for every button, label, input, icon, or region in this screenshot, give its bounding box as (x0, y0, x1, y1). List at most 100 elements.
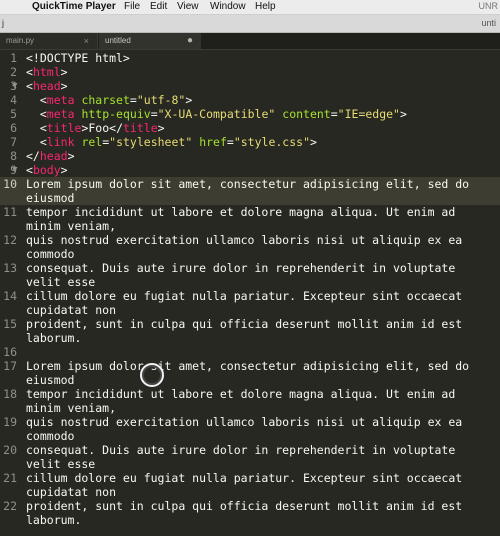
line-number: 16 (3, 345, 17, 359)
paragraph-text-wrap: commodo (26, 429, 75, 443)
paragraph-text: cillum dolore eu fugiat nulla pariatur. … (26, 289, 463, 303)
code-line[interactable]: 22 proident, sunt in culpa qui officia d… (0, 499, 500, 513)
tab-untitled[interactable]: untitled ● (99, 33, 201, 49)
code-line[interactable]: 15 proident, sunt in culpa qui officia d… (0, 317, 500, 331)
tag-head: head (32, 79, 61, 93)
tag-title-close: title (123, 121, 158, 135)
code-line-empty[interactable]: 16 (0, 345, 500, 359)
line-number: 22 (3, 499, 17, 513)
fold-arrow-icon[interactable]: ▼ (12, 79, 17, 93)
code-line[interactable]: 19 quis nostrud exercitation ullamco lab… (0, 415, 500, 429)
menu-edit[interactable]: Edit (150, 1, 167, 12)
code-line-wrap[interactable]: cupidatat non (0, 303, 500, 317)
paragraph-text: tempor incididunt ut labore et dolore ma… (26, 205, 456, 219)
paragraph-text: consequat. Duis aute irure dolor in repr… (26, 261, 456, 275)
line-number: 21 (3, 471, 17, 485)
code-line[interactable]: 11 tempor incididunt ut labore et dolore… (0, 205, 500, 219)
paragraph-text-wrap: minim veniam, (26, 219, 117, 233)
line-number: 15 (3, 317, 17, 331)
code-line-wrap[interactable]: velit esse (0, 275, 500, 289)
menu-help[interactable]: Help (255, 1, 276, 12)
paragraph-text-wrap: velit esse (26, 457, 96, 471)
code-line[interactable]: 7 <link rel="stylesheet" href="style.css… (0, 135, 500, 149)
code-line[interactable]: 2 <html> (0, 65, 500, 79)
attr-rel: rel (81, 135, 103, 149)
tag-head-close: head (39, 149, 68, 163)
paragraph-text: Lorem ipsum dolor sit amet, consectetur … (26, 177, 470, 191)
unsaved-dot-icon[interactable]: ● (187, 33, 193, 49)
tab-bar: main.py × untitled ● (0, 33, 500, 50)
fold-arrow-icon[interactable]: ▼ (12, 163, 17, 177)
paragraph-text: proident, sunt in culpa qui officia dese… (26, 499, 463, 513)
title-bar-left-mark: j (2, 18, 4, 28)
close-icon[interactable]: × (84, 33, 89, 49)
code-line[interactable]: 20 consequat. Duis aute irure dolor in r… (0, 443, 500, 457)
code-line[interactable]: 17 Lorem ipsum dolor sit amet, consectet… (0, 359, 500, 373)
paragraph-text: consequat. Duis aute irure dolor in repr… (26, 443, 456, 457)
paragraph-text: cillum dolore eu fugiat nulla pariatur. … (26, 471, 463, 485)
tab-label: main.py (6, 36, 35, 45)
code-line-wrap[interactable]: eiusmod (0, 373, 500, 387)
code-line-wrap[interactable]: commodo (0, 429, 500, 443)
code-editor[interactable]: 1 <!DOCTYPE html> 2 <html> 3 ▼ <head> 4 … (0, 50, 500, 536)
line-number: 5 (10, 107, 17, 121)
code-line[interactable]: 12 quis nostrud exercitation ullamco lab… (0, 233, 500, 247)
line-number: 20 (3, 443, 17, 457)
code-line[interactable]: 4 <meta charset="utf-8"> (0, 93, 500, 107)
code-line-current[interactable]: 10 Lorem ipsum dolor sit amet, consectet… (0, 177, 500, 191)
value-x-ua: "X-UA-Compatible" (157, 107, 276, 121)
mouse-click-indicator-icon (140, 363, 164, 387)
code-line-wrap[interactable]: laborum. (0, 513, 500, 527)
line-number: 14 (3, 289, 17, 303)
paragraph-text: Lorem ipsum dolor sit amet, consectetur … (26, 359, 470, 373)
paragraph-text-wrap: eiusmod (26, 191, 75, 205)
paragraph-text-wrap: laborum. (26, 513, 82, 527)
code-line-wrap[interactable]: laborum. (0, 331, 500, 345)
code-line[interactable]: 1 <!DOCTYPE html> (0, 51, 500, 65)
value-ie-edge: "IE=edge" (337, 107, 400, 121)
code-line-wrap[interactable]: minim veniam, (0, 401, 500, 415)
paragraph-text: proident, sunt in culpa qui officia dese… (26, 317, 463, 331)
paragraph-text-wrap: cupidatat non (26, 303, 117, 317)
code-line-wrap[interactable]: commodo (0, 247, 500, 261)
title-text: Foo (88, 121, 110, 135)
menu-quicktime-player[interactable]: QuickTime Player (32, 1, 116, 12)
code-line[interactable]: 14 cillum dolore eu fugiat nulla pariatu… (0, 289, 500, 303)
code-line[interactable]: 8 </head> (0, 149, 500, 163)
code-line-wrap[interactable]: eiusmod (0, 191, 500, 205)
tag-html: html (32, 65, 61, 79)
line-number: 18 (3, 387, 17, 401)
code-line[interactable]: 5 <meta http-equiv="X-UA-Compatible" con… (0, 107, 500, 121)
tag-title: title (46, 121, 82, 135)
menubar-right-text: UNR (478, 1, 499, 11)
code-line-wrap[interactable]: cupidatat non (0, 485, 500, 499)
value-stylesheet: "stylesheet" (109, 135, 193, 149)
attr-href: href (199, 135, 227, 149)
code-line[interactable]: 3 ▼ <head> (0, 79, 500, 93)
menu-window[interactable]: Window (210, 1, 246, 12)
attr-charset: charset (81, 93, 130, 107)
tag-meta: meta (46, 93, 75, 107)
line-number: 1 (10, 51, 17, 65)
attr-content: content (282, 107, 331, 121)
paragraph-text-wrap: minim veniam, (26, 401, 117, 415)
tag-body: body (32, 163, 61, 177)
code-line[interactable]: 9 ▼ <body> (0, 163, 500, 177)
paragraph-text-wrap: eiusmod (26, 373, 75, 387)
tab-main-py[interactable]: main.py × (0, 33, 98, 49)
menu-view[interactable]: View (177, 1, 199, 12)
value-utf8: "utf-8" (136, 93, 186, 107)
paragraph-text: quis nostrud exercitation ullamco labori… (26, 233, 463, 247)
code-line[interactable]: 13 consequat. Duis aute irure dolor in r… (0, 261, 500, 275)
line-number: 6 (10, 121, 17, 135)
code-line-wrap[interactable]: velit esse (0, 457, 500, 471)
attr-http-equiv: http-equiv (81, 107, 151, 121)
paragraph-text: tempor incididunt ut labore et dolore ma… (26, 387, 456, 401)
doctype: <!DOCTYPE html> (26, 51, 130, 65)
code-line[interactable]: 21 cillum dolore eu fugiat nulla pariatu… (0, 471, 500, 485)
code-line[interactable]: 18 tempor incididunt ut labore et dolore… (0, 387, 500, 401)
menu-file[interactable]: File (124, 1, 140, 12)
code-line-wrap[interactable]: minim veniam, (0, 219, 500, 233)
code-line[interactable]: 6 <title>Foo</title> (0, 121, 500, 135)
line-number: 19 (3, 415, 17, 429)
